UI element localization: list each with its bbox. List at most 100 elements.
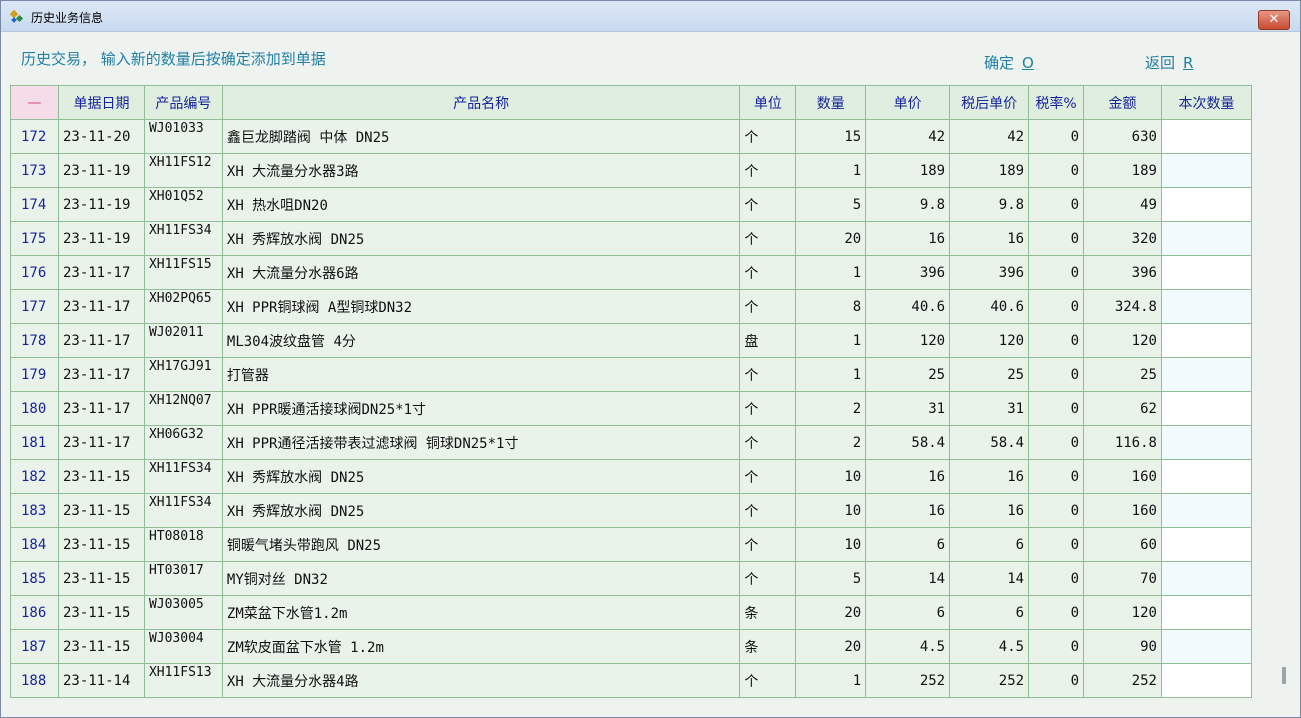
current-qty-input[interactable] <box>1160 663 1252 698</box>
code-header[interactable]: 产品编号 <box>143 85 223 120</box>
qty-cell: 1 <box>795 255 867 290</box>
price-header[interactable]: 单价 <box>865 85 951 120</box>
current-qty-input[interactable] <box>1160 119 1252 154</box>
unit-cell: 个 <box>739 425 797 460</box>
date-cell: 23-11-17 <box>57 289 145 324</box>
table-row[interactable]: 180 23-11-17 XH12NQ07 XH PPR暖通活接球阀DN25*1寸个 2… <box>10 391 1252 426</box>
code-cell: HT03017 <box>143 561 223 596</box>
table-row[interactable]: 173 23-11-19 XH11FS12 XH 大流量分水器3路个 1 189 189 0 1… <box>10 153 1252 188</box>
row-number: 179 <box>10 357 59 392</box>
close-button[interactable]: ✕ <box>1258 10 1290 30</box>
unit-cell: 个 <box>739 663 797 698</box>
current-qty-input[interactable] <box>1160 459 1252 494</box>
price-cell: 25 <box>865 357 951 392</box>
date-header[interactable]: 单据日期 <box>57 85 145 120</box>
row-number: 187 <box>10 629 59 664</box>
row-number: 182 <box>10 459 59 494</box>
taxed-price-cell: 58.4 <box>949 425 1030 460</box>
name-cell: XH PPR通径活接带表过滤球阀 铜球DN25*1寸 <box>221 425 741 460</box>
date-cell: 23-11-15 <box>57 629 145 664</box>
current-qty-input[interactable] <box>1160 425 1252 460</box>
title-bar[interactable]: 历史业务信息 ✕ <box>1 1 1300 32</box>
current-qty-header[interactable]: 本次数量 <box>1160 85 1252 120</box>
table-row[interactable]: 181 23-11-17 XH06G32 XH PPR通径活接带表过滤球阀 铜球DN2… <box>10 425 1252 460</box>
row-number-header[interactable]: — <box>10 85 59 120</box>
table-row[interactable]: 179 23-11-17 XH17GJ91 打管器个 1 25 25 0 25 <box>10 357 1252 392</box>
table-row[interactable]: 177 23-11-17 XH02PQ65 XH PPR铜球阀 A型铜球DN32 个 8 4… <box>10 289 1252 324</box>
name-cell: XH 秀辉放水阀 DN25 <box>221 493 741 528</box>
qty-header[interactable]: 数量 <box>795 85 867 120</box>
tax-rate-cell: 0 <box>1028 255 1085 290</box>
unit-cell: 个 <box>739 187 797 222</box>
row-number: 172 <box>10 119 59 154</box>
amount-cell: 160 <box>1083 493 1162 528</box>
date-cell: 23-11-19 <box>57 153 145 188</box>
unit-cell: 个 <box>739 527 797 562</box>
taxed-price-header[interactable]: 税后单价 <box>949 85 1030 120</box>
date-cell: 23-11-17 <box>57 425 145 460</box>
confirm-label: 确定 <box>984 54 1015 72</box>
current-qty-input[interactable] <box>1160 255 1252 290</box>
table-row[interactable]: 182 23-11-15 XH11FS34 XH 秀辉放水阀 DN25 个 10 16 16 0… <box>10 459 1252 494</box>
name-header[interactable]: 产品名称 <box>221 85 741 120</box>
price-cell: 58.4 <box>865 425 951 460</box>
qty-cell: 2 <box>795 391 867 426</box>
current-qty-input[interactable] <box>1160 289 1252 324</box>
table-row[interactable]: 183 23-11-15 XH11FS34 XH 秀辉放水阀 DN25 个 10 16 16 0… <box>10 493 1252 528</box>
amount-cell: 62 <box>1083 391 1162 426</box>
current-qty-input[interactable] <box>1160 595 1252 630</box>
code-cell: XH06G32 <box>143 425 223 460</box>
scrollbar-thumb[interactable] <box>1282 667 1286 684</box>
row-number: 183 <box>10 493 59 528</box>
name-cell: 铜暖气堵头带跑风 DN25 <box>221 527 741 562</box>
table-row[interactable]: 178 23-11-17 WJ02011 ML304波纹盘管 4分盘 1 120 120 0 1… <box>10 323 1252 358</box>
code-cell: XH11FS15 <box>143 255 223 290</box>
price-cell: 42 <box>865 119 951 154</box>
current-qty-input[interactable] <box>1160 323 1252 358</box>
current-qty-input[interactable] <box>1160 527 1252 562</box>
current-qty-input[interactable] <box>1160 629 1252 664</box>
unit-cell: 个 <box>739 493 797 528</box>
amount-header[interactable]: 金额 <box>1083 85 1162 120</box>
price-cell: 16 <box>865 493 951 528</box>
table-row[interactable]: 186 23-11-15 WJ03005 ZM菜盆下水管1.2m 条 20 6 6 0 120 <box>10 595 1252 630</box>
table-row[interactable]: 185 23-11-15 HT03017 MY铜对丝 DN32 个 5 14 14 0 70 <box>10 561 1252 596</box>
confirm-button[interactable]: 确定 O <box>984 52 1034 73</box>
qty-cell: 5 <box>795 561 867 596</box>
name-cell: 打管器 <box>221 357 741 392</box>
amount-cell: 396 <box>1083 255 1162 290</box>
current-qty-input[interactable] <box>1160 391 1252 426</box>
unit-cell: 个 <box>739 255 797 290</box>
table-row[interactable]: 184 23-11-15 HT08018 铜暖气堵头带跑风 DN25 个 10 6 6 0 60 <box>10 527 1252 562</box>
current-qty-input[interactable] <box>1160 187 1252 222</box>
unit-cell: 条 <box>739 629 797 664</box>
unit-header[interactable]: 单位 <box>739 85 797 120</box>
tax-rate-cell: 0 <box>1028 459 1085 494</box>
price-cell: 6 <box>865 595 951 630</box>
tax-rate-header[interactable]: 税率% <box>1028 85 1085 120</box>
table-row[interactable]: 188 23-11-14 XH11FS13 XH 大流量分水器4路个 1 252 252 0 2… <box>10 663 1252 698</box>
code-cell: WJ02011 <box>143 323 223 358</box>
current-qty-input[interactable] <box>1160 561 1252 596</box>
table-row[interactable]: 174 23-11-19 XH01Q52 XH 热水咀DN20 个 5 9.8 9.8 0 49 <box>10 187 1252 222</box>
back-button[interactable]: 返回 R <box>1145 52 1193 73</box>
table-row[interactable]: 175 23-11-19 XH11FS34 XH 秀辉放水阀 DN25 个 20 16 16 0… <box>10 221 1252 256</box>
price-cell: 4.5 <box>865 629 951 664</box>
price-cell: 14 <box>865 561 951 596</box>
table-row[interactable]: 176 23-11-17 XH11FS15 XH 大流量分水器6路个 1 396 396 0 3… <box>10 255 1252 290</box>
content-area: 历史交易， 输入新的数量后按确定添加到单据 确定 O 返回 R — 单据日期 产品编号产… <box>1 32 1300 717</box>
taxed-price-cell: 189 <box>949 153 1030 188</box>
taxed-price-cell: 396 <box>949 255 1030 290</box>
date-cell: 23-11-19 <box>57 221 145 256</box>
tax-rate-cell: 0 <box>1028 323 1085 358</box>
table-row[interactable]: 172 23-11-20 WJ01033 鑫巨龙脚踏阀 中体 DN25 个 15 42 42 0… <box>10 119 1252 154</box>
current-qty-input[interactable] <box>1160 357 1252 392</box>
tax-rate-cell: 0 <box>1028 357 1085 392</box>
current-qty-input[interactable] <box>1160 493 1252 528</box>
history-grid[interactable]: — 单据日期 产品编号 产品名称 单位 数量 单价 税后单价 税率% 金额 本次数量 172 23-1… <box>10 85 1252 717</box>
row-number: 180 <box>10 391 59 426</box>
table-row[interactable]: 187 23-11-15 WJ03004 ZM软皮面盆下水管 1.2m 条 20 4.5 4.… <box>10 629 1252 664</box>
current-qty-input[interactable] <box>1160 221 1252 256</box>
date-cell: 23-11-19 <box>57 187 145 222</box>
current-qty-input[interactable] <box>1160 153 1252 188</box>
